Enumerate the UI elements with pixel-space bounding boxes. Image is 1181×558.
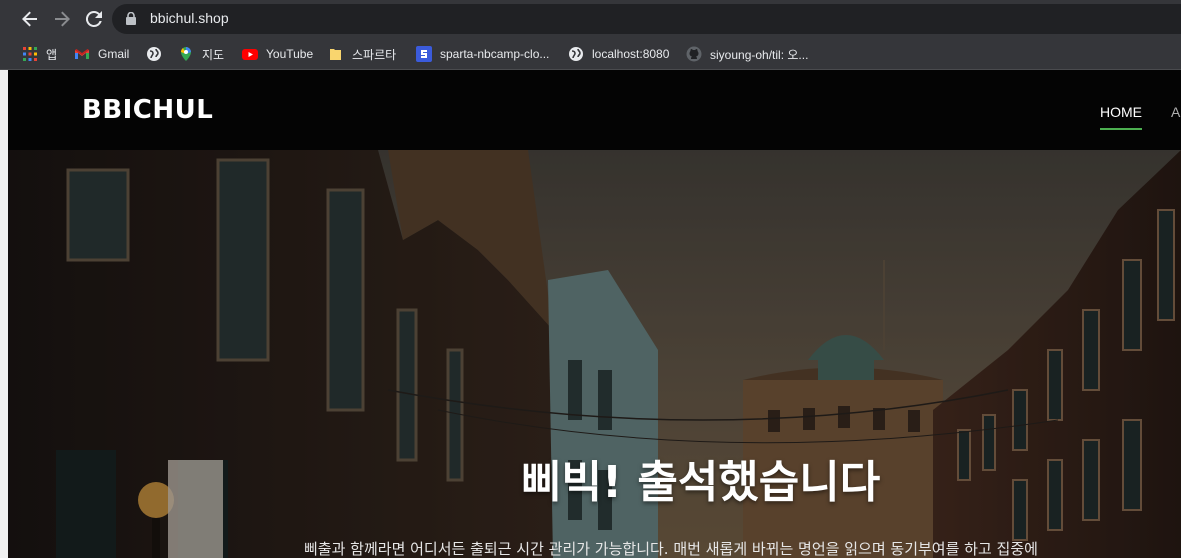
bookmark-label: siyoung-oh/til: 오...	[710, 47, 809, 62]
bookmark-globe[interactable]	[146, 43, 170, 65]
url-text: bbichul.shop	[150, 10, 229, 26]
bookmark-label: YouTube	[266, 47, 314, 61]
bookmark-label: sparta-nbcamp-clo...	[440, 47, 550, 61]
folder-icon	[328, 46, 344, 62]
hero-section: 삐빅! 출석했습니다 삐출과 함께라면 어디서든 출퇴근 시간 관리가 가능합니…	[8, 150, 1181, 558]
bookmark-label: 앱	[46, 47, 58, 62]
maps-pin-icon	[178, 46, 194, 62]
globe-icon	[568, 46, 584, 62]
youtube-icon	[242, 46, 258, 62]
gmail-icon	[74, 46, 90, 62]
reload-icon[interactable]	[82, 7, 106, 31]
apps-grid-icon	[22, 46, 38, 62]
bookmark-apps[interactable]: 앱	[22, 43, 57, 65]
hero-title: 삐빅! 출석했습니다	[521, 457, 881, 508]
website-viewport: BBICHUL HOME A 삐빅! 출석했습니다 삐출과 함께라면 어디서든 …	[8, 70, 1181, 558]
lock-icon	[126, 12, 136, 25]
site-navbar: BBICHUL HOME A	[8, 70, 1181, 150]
sparta-icon	[416, 46, 432, 62]
nav-home[interactable]: HOME	[1100, 104, 1142, 130]
bookmark-youtube[interactable]: YouTube	[242, 43, 313, 65]
bookmark-label: Gmail	[98, 47, 130, 61]
bookmark-github-til[interactable]: siyoung-oh/til: 오...	[686, 43, 808, 65]
bookmark-sparta-nbcamp[interactable]: sparta-nbcamp-clo...	[416, 43, 549, 65]
bookmark-gmail[interactable]: Gmail	[74, 43, 129, 65]
back-arrow-icon[interactable]	[18, 7, 42, 31]
github-icon	[686, 46, 702, 62]
bookmark-localhost[interactable]: localhost:8080	[568, 43, 669, 65]
bookmarks-bar: 앱 Gmail 지도 YouTube 스파르타 sparta-nbcamp-cl…	[0, 38, 1181, 70]
bookmark-label: localhost:8080	[592, 47, 670, 61]
globe-icon	[146, 46, 162, 62]
forward-arrow-icon[interactable]	[50, 7, 74, 31]
bookmark-maps[interactable]: 지도	[178, 43, 224, 65]
site-logo[interactable]: BBICHUL	[82, 95, 213, 125]
browser-toolbar: bbichul.shop	[0, 0, 1181, 38]
hero-subtitle: 삐출과 함께라면 어디서든 출퇴근 시간 관리가 가능합니다. 매번 새롭게 바…	[304, 540, 1038, 558]
bookmark-folder-sparta[interactable]: 스파르타	[328, 43, 396, 65]
nav-next-item[interactable]: A	[1171, 104, 1180, 120]
bookmark-label: 지도	[202, 47, 225, 62]
background-window-edge	[0, 70, 8, 558]
address-bar[interactable]: bbichul.shop	[112, 4, 1181, 34]
bookmark-label: 스파르타	[352, 47, 397, 62]
